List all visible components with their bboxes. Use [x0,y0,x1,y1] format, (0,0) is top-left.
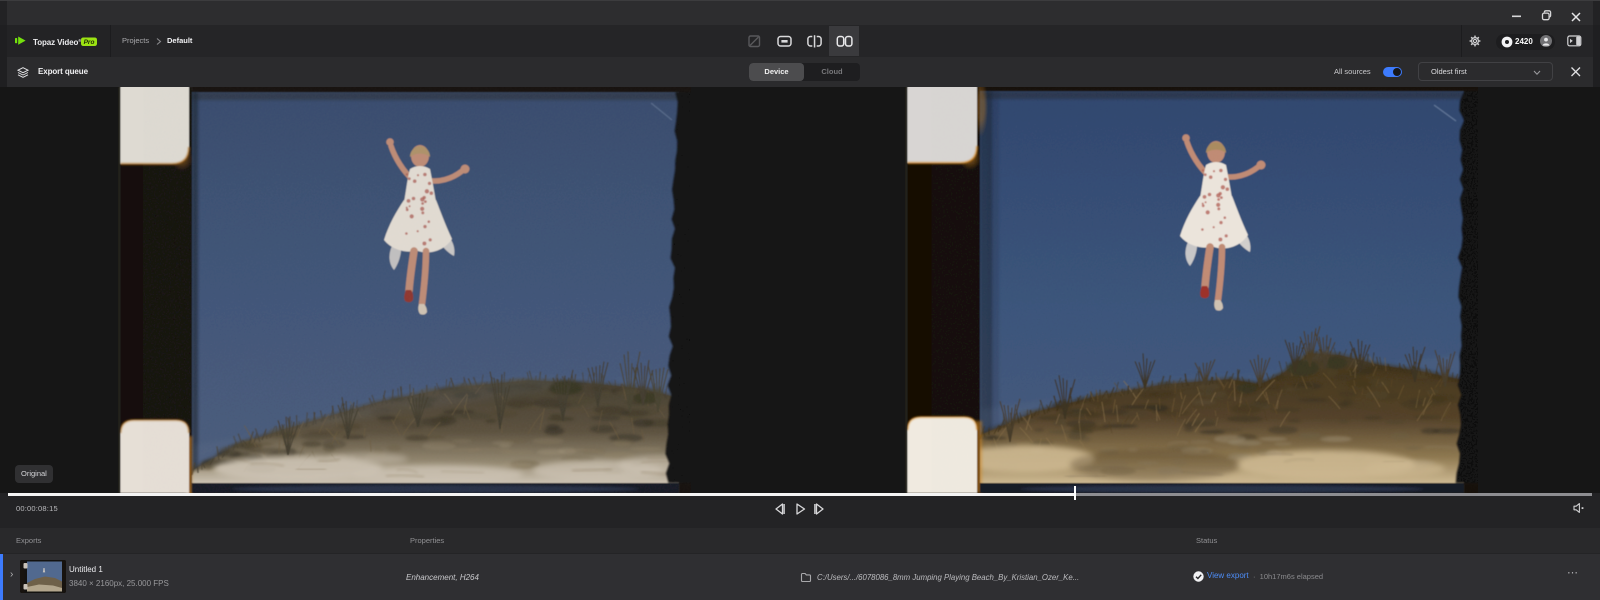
svg-text:Pro: Pro [84,39,95,46]
